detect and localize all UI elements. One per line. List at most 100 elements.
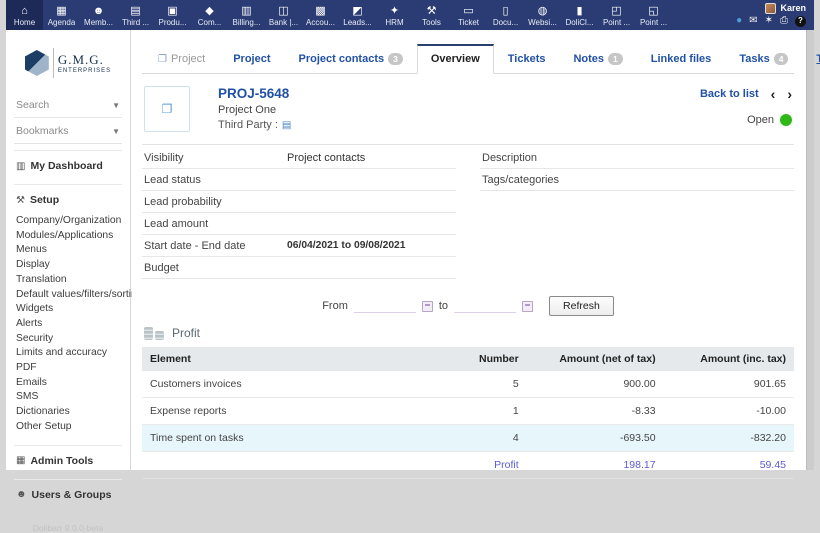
col-element[interactable]: Element [142, 347, 435, 371]
module-icon: ⚒ [427, 6, 437, 17]
col-amount-net[interactable]: Amount (net of tax) [527, 347, 664, 371]
module-icon: ▥ [241, 6, 251, 17]
status-open-dot [780, 114, 792, 126]
topbar-item-home[interactable]: ⌂ Home [6, 0, 43, 30]
user-menu[interactable]: Karen [765, 3, 806, 14]
company-icon[interactable]: ▤ [282, 120, 291, 131]
sidebar-item-users-groups[interactable]: ☻ Users & Groups [14, 479, 122, 507]
topbar-item-tools[interactable]: ⚒ Tools [413, 0, 450, 30]
to-date-input[interactable] [454, 299, 516, 313]
sidebar-item-my-dashboard[interactable]: ▥ My Dashboard [14, 150, 122, 178]
sidebar-item-security[interactable]: Security [14, 332, 122, 347]
sidebar-item-emails[interactable]: Emails [14, 376, 122, 391]
tab-project-contacts[interactable]: Project contacts 3 [285, 45, 417, 74]
profit-section-header: Profit [144, 326, 794, 340]
dashboard-label: My Dashboard [30, 160, 102, 172]
table-row-customers-invoices[interactable]: Customers invoices 5 900.00 901.65 [142, 371, 794, 398]
sidebar-item-dictionaries[interactable]: Dictionaries [14, 405, 122, 420]
topbar-item-billing[interactable]: ▥ Billing... [228, 0, 265, 30]
sidebar-item-display[interactable]: Display [14, 258, 122, 273]
sidebar-item-menus[interactable]: Menus [14, 243, 122, 258]
module-label: Agenda [48, 18, 76, 27]
sidebar-item-sms[interactable]: SMS [14, 390, 122, 405]
module-icon: ◱ [648, 6, 658, 17]
topbar-item-products[interactable]: ▣ Produ... [154, 0, 191, 30]
setup-links: Company/OrganizationModules/Applications… [14, 212, 122, 439]
topbar-item-commercial[interactable]: ◆ Com... [191, 0, 228, 30]
table-row-expense-reports[interactable]: Expense reports 1 -8.33 -10.00 [142, 398, 794, 425]
refresh-button[interactable]: Refresh [549, 296, 614, 316]
tab-project[interactable]: Project [219, 45, 284, 74]
sidebar-item-other-setup[interactable]: Other Setup [14, 420, 122, 435]
tab-label: Overview [431, 53, 480, 65]
vertical-scrollbar[interactable] [806, 30, 814, 470]
main-content: ❐ Project Project Project contacts 3 Ove… [132, 30, 814, 470]
user-name: Karen [780, 3, 806, 13]
topbar-item-accounting[interactable]: ▩ Accou... [302, 0, 339, 30]
prev-record-arrow[interactable]: ‹ [771, 89, 776, 99]
sidebar-item-default-values[interactable]: Default values/filters/sorting [14, 288, 122, 303]
next-record-arrow[interactable]: › [787, 89, 792, 99]
topbar-item-website[interactable]: ◍ Websi... [524, 0, 561, 30]
tab-object-project[interactable]: ❐ Project [144, 45, 219, 74]
project-ref: PROJ-5648 [218, 86, 291, 101]
sidebar-item-alerts[interactable]: Alerts [14, 317, 122, 332]
cell-net: -693.50 [527, 425, 664, 452]
topbar-item-bank[interactable]: ◫ Bank |... [265, 0, 302, 30]
quick-icon-chat-icon[interactable]: ✉ [749, 16, 757, 26]
topbar-item-point-of-sale[interactable]: ◰ Point ... [598, 0, 635, 30]
tab-notes[interactable]: Notes 1 [559, 45, 636, 74]
tab-linked-files[interactable]: Linked files [637, 45, 726, 74]
topbar-item-dolicloud[interactable]: ▮ DoliCl... [561, 0, 598, 30]
sidebar-item-limits-accuracy[interactable]: Limits and accuracy [14, 346, 122, 361]
quick-icon-print-icon[interactable]: ⎙ [780, 16, 788, 26]
field-row-budget: Budget [142, 257, 456, 279]
table-row-time-spent-on-tasks[interactable]: Time spent on tasks 4 -693.50 -832.20 [142, 425, 794, 452]
sidebar-item-modules-applications[interactable]: Modules/Applications [14, 229, 122, 244]
col-amount-inc[interactable]: Amount (inc. tax) [664, 347, 794, 371]
search-dropdown[interactable]: Search ▼ [14, 92, 122, 118]
topbar-item-agenda[interactable]: ▦ Agenda [43, 0, 80, 30]
quick-icon-bug-icon[interactable]: ✶ [765, 16, 773, 26]
calendar-icon[interactable] [522, 301, 533, 312]
module-label: Home [14, 18, 35, 27]
sidebar-item-admin-tools[interactable]: ▦ Admin Tools [14, 445, 122, 473]
topbar-item-hrm[interactable]: ✦ HRM [376, 0, 413, 30]
col-number[interactable]: Number [435, 347, 526, 371]
sidebar-item-setup[interactable]: ⚒ Setup [14, 184, 122, 212]
tab-label: Project [171, 53, 205, 65]
cell-inc: -10.00 [664, 398, 794, 425]
cell-net: 900.00 [527, 371, 664, 398]
module-icon: ✦ [390, 6, 399, 17]
search-label: Search [16, 99, 49, 111]
from-date-input[interactable] [354, 299, 416, 313]
bookmarks-dropdown[interactable]: Bookmarks ▼ [14, 118, 122, 144]
field-label: Lead status [144, 174, 287, 186]
sidebar-item-widgets[interactable]: Widgets [14, 302, 122, 317]
topbar-item-ticket[interactable]: ▭ Ticket [450, 0, 487, 30]
tab-badge: 3 [388, 53, 403, 65]
project-thumbnail[interactable]: ❐ [144, 86, 190, 132]
sidebar-item-translation[interactable]: Translation [14, 273, 122, 288]
field-label: Start date - End date [144, 240, 287, 252]
topbar-item-documents[interactable]: ▯ Docu... [487, 0, 524, 30]
field-label: Lead probability [144, 196, 287, 208]
tab-tickets[interactable]: Tickets [494, 45, 560, 74]
to-label: to [439, 300, 448, 312]
field-value: Project contacts [287, 152, 365, 164]
quick-icon-help-icon[interactable]: ? [795, 16, 806, 27]
topbar-item-members[interactable]: ☻ Memb... [80, 0, 117, 30]
topbar-item-leads[interactable]: ◩ Leads... [339, 0, 376, 30]
topbar-item-third-parties[interactable]: ▤ Third ... [117, 0, 154, 30]
tab-overview[interactable]: Overview [417, 44, 494, 74]
calendar-icon[interactable] [422, 301, 433, 312]
sidebar-item-pdf[interactable]: PDF [14, 361, 122, 376]
back-to-list-link[interactable]: Back to list [700, 88, 759, 100]
total-net: 198.17 [527, 452, 664, 479]
tab-strip: ❐ Project Project Project contacts 3 Ove… [142, 43, 794, 74]
topbar-item-point-of-sale-2[interactable]: ◱ Point ... [635, 0, 672, 30]
sidebar-item-company-organization[interactable]: Company/Organization [14, 214, 122, 229]
quick-icon-globe-icon[interactable]: ● [736, 16, 742, 26]
module-label: DoliCl... [565, 18, 593, 27]
tab-tasks[interactable]: Tasks 4 [725, 45, 802, 74]
